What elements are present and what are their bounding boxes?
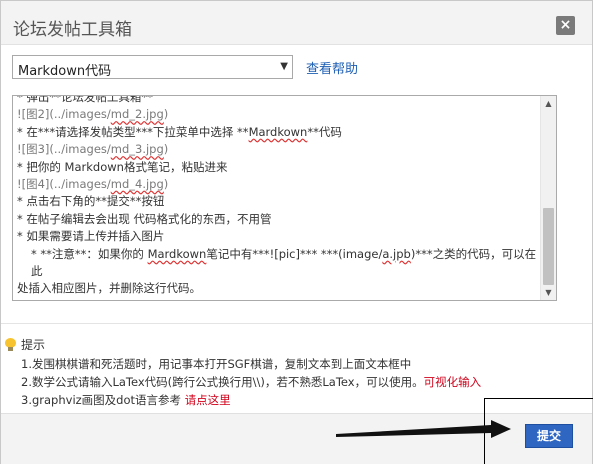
textarea-line-fragment: a.jpb xyxy=(382,246,411,261)
tip-item: 3.graphviz画图及dot语言参考 请点这里 xyxy=(21,392,231,408)
textarea-line: * 把你的 Markdown格式笔记，粘贴进来 xyxy=(17,159,537,176)
textarea-line-fragment: ![图3](../images/ xyxy=(17,142,111,157)
textarea-line-fragment: Mardkown xyxy=(147,246,207,261)
divider xyxy=(1,323,592,324)
textarea-line-fragment: ![图2](../images/ xyxy=(17,107,111,122)
submit-button[interactable]: 提交 xyxy=(525,424,573,448)
textarea-line-fragment: ) xyxy=(163,177,169,192)
textarea-line-fragment: ) xyxy=(163,142,169,157)
lightbulb-icon xyxy=(5,338,16,351)
textarea-line: ![图3](../images/md_3.jpg) xyxy=(17,141,537,158)
scroll-up-icon[interactable]: ▲ xyxy=(541,96,556,111)
chevron-down-icon: ▼ xyxy=(280,61,288,72)
textarea-line-fragment: * 点击右下角的**提交**按钮 xyxy=(17,194,165,209)
dialog-title: 论坛发帖工具箱 xyxy=(13,20,132,40)
textarea-line: * 点击右下角的**提交**按钮 xyxy=(17,193,537,210)
textarea-line: * 弹出**论坛发帖工具箱** xyxy=(17,95,537,106)
textarea-line: 处插入相应图片，并删除这行代码。 xyxy=(17,280,537,297)
scrollbar-thumb[interactable] xyxy=(543,208,554,285)
forum-post-toolbox-dialog: 论坛发帖工具箱 × Markdown代码 ▼ 查看帮助 * 弹出**论坛发帖工具… xyxy=(0,0,593,464)
tip-item: 2.数学公式请输入LaTex代码(跨行公式换行用\\)，若不熟悉LaTex，可以… xyxy=(21,374,481,390)
textarea-line-fragment: 笔记中有***![pic]*** ***(image/ xyxy=(206,246,383,261)
textarea-line-fragment: md_2.jpg xyxy=(110,107,164,122)
content-textarea[interactable]: * 弹出**论坛发帖工具箱** ![图2](../images/md_2.jpg)… xyxy=(12,95,557,301)
textarea-scrollbar[interactable]: ▲ ▼ xyxy=(540,96,556,300)
textarea-line-fragment: ) xyxy=(163,107,169,122)
textarea-line-fragment: * 弹出**论坛发帖工具箱** xyxy=(17,95,153,104)
scroll-down-icon[interactable]: ▼ xyxy=(541,285,556,300)
textarea-line-fragment: ![图4](../images/ xyxy=(17,177,111,192)
textarea-line: * **注意**：如果你的 Mardkown笔记中有***![pic]*** *… xyxy=(17,246,537,281)
tip-text: 2.数学公式请输入LaTex代码(跨行公式换行用\\)，若不熟悉LaTex，可以… xyxy=(21,375,424,389)
textarea-line-fragment: 处插入相应图片，并删除这行代码。 xyxy=(17,281,201,296)
textarea-line-fragment: * 如果需要请上传并插入图片 xyxy=(17,229,165,244)
textarea-line: * 在帖子编辑去会出现 代码格式化的东西，不用管 xyxy=(17,211,537,228)
tip-item: 1.发围棋棋谱和死活题时，用记事本打开SGF棋谱，复制文本到上面文本框中 xyxy=(21,356,411,372)
textarea-line: ![图4](../images/md_4.jpg) xyxy=(17,176,537,193)
textarea-line-fragment: md_4.jpg xyxy=(110,177,164,192)
post-type-select[interactable]: Markdown代码 ▼ xyxy=(12,55,293,79)
tip-text: 3.graphviz画图及dot语言参考 xyxy=(21,393,185,407)
help-link[interactable]: 查看帮助 xyxy=(306,58,358,77)
tips-title: 提示 xyxy=(21,338,46,352)
visual-input-link[interactable]: 可视化输入 xyxy=(424,375,482,389)
graphviz-reference-link[interactable]: 请点这里 xyxy=(185,393,231,407)
textarea-line-fragment: * 把你的 Markdown格式笔记，粘贴进来 xyxy=(17,159,228,174)
textarea-line: ![图2](../images/md_2.jpg) xyxy=(17,106,537,123)
textarea-line: * 在***请选择发帖类型***下拉菜单中选择 **Mardkown**代码 xyxy=(17,124,537,141)
close-button[interactable]: × xyxy=(556,16,575,35)
textarea-line-fragment: **代码 xyxy=(307,124,342,139)
textarea-content: * 弹出**论坛发帖工具箱** ![图2](../images/md_2.jpg)… xyxy=(17,95,537,298)
textarea-line-fragment: Mardkown xyxy=(248,124,308,139)
post-type-select-value: Markdown代码 xyxy=(18,64,112,79)
tip-text: 1.发围棋棋谱和死活题时，用记事本打开SGF棋谱，复制文本到上面文本框中 xyxy=(21,357,412,371)
textarea-line-fragment: md_3.jpg xyxy=(110,142,164,157)
textarea-line-fragment: * 在***请选择发帖类型***下拉菜单中选择 ** xyxy=(17,124,249,139)
textarea-line-fragment: * **注意**：如果你的 xyxy=(31,246,148,261)
dialog-titlebar: 论坛发帖工具箱 × xyxy=(1,1,592,45)
textarea-line: * 如果需要请上传并插入图片 xyxy=(17,228,537,245)
textarea-line-fragment: * 在帖子编辑去会出现 代码格式化的东西，不用管 xyxy=(17,211,272,226)
